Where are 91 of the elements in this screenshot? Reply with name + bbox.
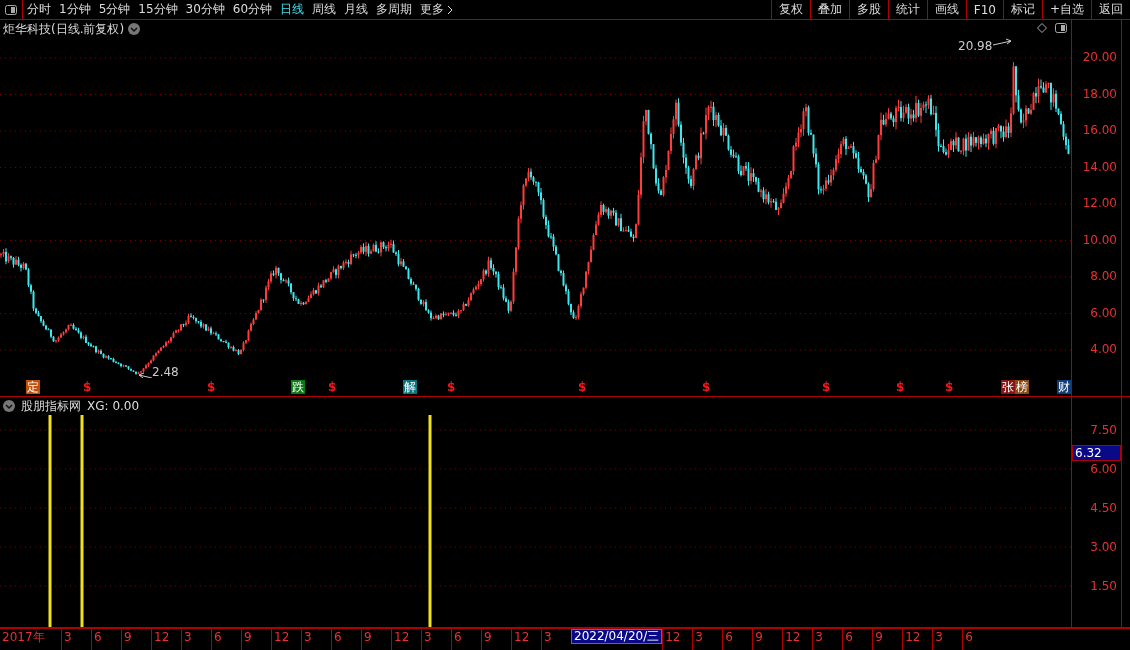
indicator-name: 股朋指标网 [21, 397, 81, 415]
period-tab[interactable]: 周线 [308, 1, 341, 18]
event-marker[interactable]: 定 [26, 380, 40, 394]
time-axis-label: 2017年 [1, 629, 46, 646]
time-axis-label: 12 [662, 629, 693, 650]
indicator-axis-label: 1.50 [1090, 579, 1117, 595]
toolbar-button[interactable]: 复权 [770, 0, 810, 19]
panel-toggle-icon[interactable] [1055, 23, 1067, 33]
toolbar-button[interactable]: +自选 [1041, 0, 1091, 19]
dividend-marker[interactable]: $ [578, 380, 587, 394]
period-tab[interactable]: 1分钟 [55, 1, 95, 18]
period-tab[interactable]: 15分钟 [134, 1, 182, 18]
price-axis-label: 6.00 [1090, 305, 1117, 322]
period-tab[interactable]: 多周期 [372, 1, 417, 18]
dropdown-icon[interactable] [3, 400, 15, 412]
event-marker[interactable]: 财 [1057, 380, 1071, 394]
leader-line [138, 372, 153, 378]
toolbar-button[interactable]: 多股 [848, 0, 888, 19]
time-axis-label: 12 [391, 629, 421, 650]
time-axis-label: 6 [91, 629, 121, 650]
time-axis-label: 6 [842, 629, 873, 650]
indicator-axis-label: 4.50 [1090, 501, 1117, 517]
period-tab[interactable]: 月线 [340, 1, 373, 18]
chart-title: 炬华科技(日线.前复权) [3, 20, 125, 38]
time-axis-label: 3 [932, 629, 963, 650]
time-axis-label: 9 [361, 629, 391, 650]
time-axis-label: 9 [241, 629, 271, 650]
dividend-marker[interactable]: $ [447, 380, 456, 394]
indicator-axis-label: 6.00 [1090, 462, 1117, 478]
price-axis-label: 4.00 [1090, 342, 1117, 358]
time-axis-label: 6 [331, 629, 361, 650]
price-axis-label: 18.00 [1082, 86, 1117, 103]
event-marker[interactable]: 跌 [291, 380, 305, 394]
leader-line [992, 38, 1012, 46]
indicator-axis-label: 3.00 [1090, 540, 1117, 556]
toolbar-button[interactable]: 统计 [887, 0, 927, 19]
event-marker[interactable]: 榜 [1015, 380, 1029, 394]
price-axis-label: 20.00 [1082, 50, 1117, 66]
dividend-marker[interactable]: $ [945, 380, 954, 394]
time-axis-label: 3 [181, 629, 211, 650]
price-axis-label: 10.00 [1082, 232, 1117, 249]
time-axis-label: 12 [151, 629, 181, 650]
time-axis-label: 3 [421, 629, 451, 650]
cursor-value-label: 6.32 [1072, 445, 1121, 461]
panel-toggle-icon[interactable] [5, 4, 17, 15]
chevron-right-icon [447, 4, 454, 15]
period-tab[interactable]: 60分钟 [228, 1, 277, 18]
more-button[interactable]: 更多 [416, 1, 458, 18]
price-axis-label: 12.00 [1082, 196, 1117, 212]
period-tab[interactable]: 分时 [23, 1, 55, 18]
toolbar-button[interactable]: 返回 [1091, 0, 1130, 19]
toolbar-button[interactable]: F10 [965, 0, 1003, 19]
toolbar-button[interactable]: 画线 [926, 0, 966, 19]
time-axis-label: 9 [752, 629, 783, 650]
time-axis-label: 6 [451, 629, 481, 650]
event-marker[interactable]: 解 [403, 380, 417, 394]
period-tab[interactable]: 日线 [276, 1, 309, 18]
dividend-marker[interactable]: $ [207, 380, 216, 394]
time-axis-label: 12 [271, 629, 301, 650]
high-price-label: 20.98 [958, 39, 993, 53]
time-axis-label: 6 [962, 629, 993, 650]
time-axis-label: 3 [61, 629, 91, 650]
period-tab[interactable]: 5分钟 [94, 1, 135, 18]
time-axis-label: 3 [812, 629, 843, 650]
dropdown-icon[interactable] [128, 23, 141, 35]
event-marker[interactable]: 张 [1001, 380, 1015, 394]
time-axis-label: 6 [722, 629, 753, 650]
time-axis-label: 12 [511, 629, 541, 650]
time-axis-label: 12 [782, 629, 813, 650]
time-axis-label: 12 [902, 629, 933, 650]
dividend-marker[interactable]: $ [896, 380, 905, 394]
dividend-marker[interactable]: $ [702, 380, 711, 394]
time-axis-label: 3 [301, 629, 331, 650]
price-axis-label: 16.00 [1082, 123, 1117, 139]
dividend-marker[interactable]: $ [328, 380, 337, 394]
period-tab[interactable]: 30分钟 [181, 1, 229, 18]
price-axis-label: 14.00 [1082, 159, 1117, 176]
dividend-marker[interactable]: $ [822, 380, 831, 394]
indicator-value: XG: 0.00 [87, 399, 140, 413]
toolbar-button[interactable]: 叠加 [809, 0, 849, 19]
toolbar-button[interactable]: 标记 [1002, 0, 1042, 19]
time-axis-label: 3 [692, 629, 723, 650]
low-price-label: 2.48 [152, 365, 179, 378]
dividend-marker[interactable]: $ [83, 380, 92, 394]
price-axis-label: 8.00 [1090, 269, 1117, 285]
cursor-date-label: 2022/04/20/三 [571, 629, 663, 644]
time-axis-label: 9 [872, 629, 903, 650]
time-axis-label: 9 [481, 629, 511, 650]
diamond-icon[interactable] [1037, 23, 1047, 33]
time-axis-label: 9 [121, 629, 151, 650]
time-axis-label: 6 [211, 629, 241, 650]
